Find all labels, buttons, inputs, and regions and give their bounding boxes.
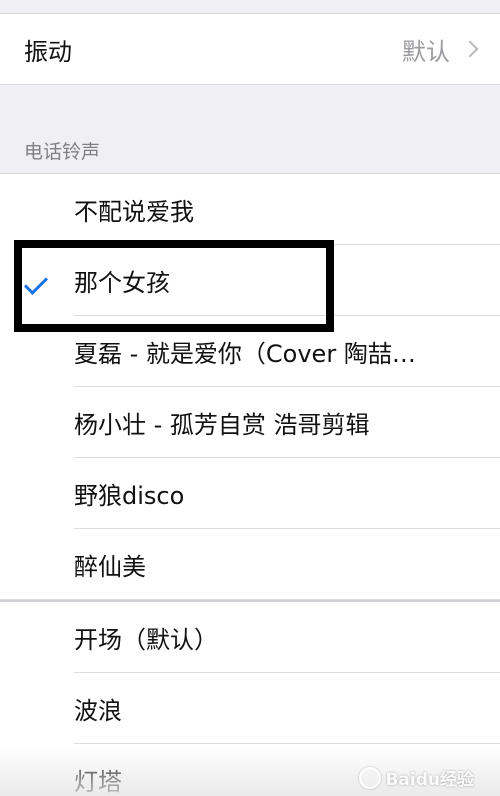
- top-spacer: [0, 0, 500, 14]
- vibration-value-group: 默认: [402, 32, 479, 67]
- chevron-right-icon: [461, 40, 479, 58]
- ringtone-row[interactable]: 不配说爱我: [0, 174, 500, 245]
- ringtone-row[interactable]: 波浪: [0, 673, 500, 744]
- ringtone-label: 那个女孩: [74, 269, 170, 297]
- ringtone-label: 醉仙美: [74, 553, 146, 581]
- vibration-row[interactable]: 振动 默认: [0, 14, 500, 85]
- ringtone-row[interactable]: 开场（默认）: [0, 602, 500, 673]
- ringtone-row-selected[interactable]: 那个女孩: [0, 245, 500, 316]
- baidu-watermark: Baidu经验: [359, 765, 474, 790]
- ringtone-row[interactable]: 夏磊 - 就是爱你（Cover 陶喆…: [0, 316, 500, 387]
- section-header-ringtones: 电话铃声: [0, 127, 500, 174]
- ringtone-row[interactable]: 杨小壮 - 孤芳自赏 浩哥剪辑: [0, 387, 500, 458]
- baidu-paw-icon: [359, 766, 382, 789]
- ringtone-row[interactable]: 野狼disco: [0, 458, 500, 529]
- ringtone-row[interactable]: 醉仙美: [0, 529, 500, 600]
- custom-ringtone-list: 不配说爱我 那个女孩 夏磊 - 就是爱你（Cover 陶喆… 杨小壮 - 孤芳自…: [0, 174, 500, 600]
- watermark-text: Baidu经验: [385, 770, 474, 790]
- section-spacer: [0, 85, 500, 127]
- ringtone-label: 夏磊 - 就是爱你（Cover 陶喆…: [74, 340, 416, 368]
- ringtone-label: 不配说爱我: [74, 198, 194, 226]
- ringtone-label: 开场（默认）: [74, 626, 218, 654]
- group-divider: [0, 599, 500, 600]
- vibration-label: 振动: [24, 37, 72, 66]
- ringtone-label: 波浪: [74, 697, 122, 725]
- ringtone-settings-screen: 振动 默认 电话铃声 不配说爱我 那个女孩 夏磊 - 就是爱你（Cover 陶喆…: [0, 0, 500, 796]
- checkmark-icon: [23, 270, 49, 296]
- ringtone-label: 杨小壮 - 孤芳自赏 浩哥剪辑: [74, 411, 370, 439]
- vibration-value: 默认: [402, 37, 450, 66]
- ringtone-label: 野狼disco: [74, 482, 185, 510]
